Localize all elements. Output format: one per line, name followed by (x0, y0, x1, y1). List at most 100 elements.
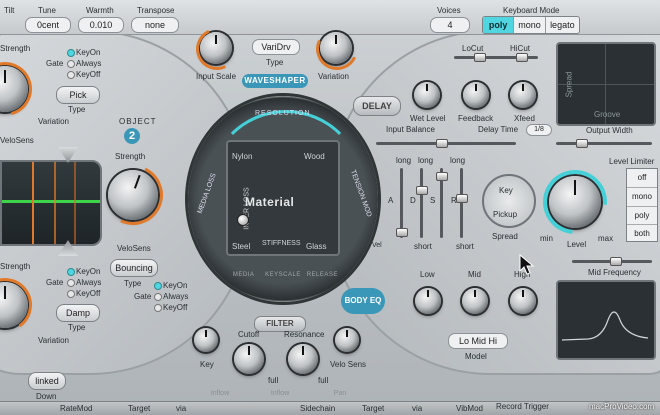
delay-header[interactable]: DELAY (353, 96, 401, 116)
object-label: OBJECT (119, 117, 157, 126)
waveshaper-type-field[interactable]: VariDrv (252, 39, 300, 55)
damp-type-button[interactable]: Damp (56, 304, 100, 322)
gate-label-3: Gate (46, 278, 64, 287)
input-balance-thumb[interactable] (436, 139, 448, 148)
gate-keyoff-1: KeyOff (76, 70, 101, 79)
type-label-1: Type (68, 105, 86, 114)
gate-keyoff-3: KeyOff (76, 289, 101, 298)
eq-response-display (556, 280, 656, 360)
pick-type-button[interactable]: Pick (56, 86, 100, 104)
hicut-thumb[interactable] (516, 53, 528, 62)
tab-media[interactable]: MEDIA (224, 272, 263, 286)
material-steel: Steel (232, 242, 251, 251)
keyboard-mode-mono[interactable]: mono (513, 17, 544, 33)
target-label-2: Target (362, 404, 385, 413)
filter-full-label-2: full (318, 376, 329, 385)
level-limiter-label: Level Limiter (609, 157, 655, 166)
waveshaper-type-label: Type (266, 58, 284, 67)
gate-keyoff-2: KeyOff (163, 303, 188, 312)
resonance-knob[interactable] (288, 344, 318, 374)
limiter-poly[interactable]: poly (627, 207, 657, 225)
variation-label-1: Variation (38, 117, 69, 126)
gate-keyon-radio-2[interactable] (154, 282, 162, 290)
waveshaper-variation-label: Variation (318, 72, 349, 81)
bouncing-type-button[interactable]: Bouncing (110, 259, 158, 277)
env-long-1: long (396, 156, 412, 165)
mid-frequency-thumb[interactable] (610, 257, 622, 266)
wet-level-label: Wet Level (410, 114, 446, 123)
output-width-slider[interactable] (556, 142, 652, 145)
filter-key-knob[interactable] (194, 328, 218, 352)
gate-keyoff-radio-1[interactable] (67, 71, 75, 79)
feedback-knob[interactable] (463, 82, 489, 108)
input-balance-label: Input Balance (386, 125, 435, 134)
gate-keyon-radio-1[interactable] (67, 49, 75, 57)
limiter-both[interactable]: both (627, 225, 657, 242)
gate-always-radio-2[interactable] (154, 293, 162, 301)
vibmod-label: VibMod (456, 404, 483, 413)
mouse-cursor-icon (519, 254, 535, 275)
gate-keyon-radio-3[interactable] (67, 268, 75, 276)
tab-keyscale[interactable]: KEYSCALE (263, 272, 302, 286)
eq-low-knob[interactable] (415, 288, 441, 314)
delay-time-field[interactable]: 1/8 (526, 124, 552, 136)
wet-level-knob[interactable] (414, 82, 440, 108)
env-letter-d: D (410, 196, 416, 205)
output-width-label: Output Width (586, 126, 633, 135)
eq-model-field[interactable]: Lo Mid Hi (448, 333, 508, 349)
eq-mid-knob[interactable] (462, 288, 488, 314)
keyboard-mode-legato[interactable]: legato (544, 17, 579, 33)
decay-thumb[interactable] (416, 186, 428, 195)
voices-field[interactable]: 4 (430, 17, 470, 33)
object-number-badge[interactable]: 2 (124, 128, 140, 144)
waveshaper-header-button[interactable]: WAVESHAPER (242, 74, 308, 88)
body-eq-header[interactable]: BODY EQ (341, 288, 385, 314)
gate-keyoff-radio-3[interactable] (67, 290, 75, 298)
record-trigger-label: Record Trigger (496, 402, 549, 411)
transpose-field[interactable]: none (131, 17, 179, 33)
gate-label-2: Gate (134, 292, 152, 301)
linked-button[interactable]: linked (28, 372, 66, 390)
level-limiter-group: off mono poly both (626, 168, 658, 242)
eq-response-curve (561, 311, 649, 341)
groove-label: Groove (594, 110, 621, 119)
pickup-circle[interactable] (482, 174, 536, 228)
velo-sens-label: Velo Sens (330, 360, 367, 369)
tab-release[interactable]: RELEASE (303, 272, 342, 286)
warmth-field[interactable]: 0.010 (78, 17, 124, 33)
eq-mid-label: Mid (468, 270, 481, 279)
hicut-label: HiCut (510, 44, 531, 53)
tune-field[interactable]: 0cent (25, 17, 71, 33)
eq-model-label: Model (465, 352, 487, 361)
keyboard-mode-label: Keyboard Mode (503, 6, 560, 15)
lowcut-thumb[interactable] (474, 53, 486, 62)
gate-always-radio-1[interactable] (67, 60, 75, 68)
type-label-3: Type (68, 323, 86, 332)
sidechain-label: Sidechain (300, 404, 336, 413)
strength-label-3: Strength (0, 262, 31, 271)
material-puck[interactable] (237, 214, 249, 226)
release-slider[interactable] (460, 168, 463, 238)
env-vel-label: Vel (372, 242, 382, 249)
variation-label-3: Variation (38, 336, 69, 345)
limiter-off[interactable]: off (627, 169, 657, 188)
delay-time-label: Delay Time (478, 125, 519, 134)
decay-slider[interactable] (420, 168, 423, 238)
limiter-mono[interactable]: mono (627, 188, 657, 207)
gate-always-3: Always (76, 278, 102, 287)
sustain-thumb[interactable] (436, 172, 448, 181)
cutoff-knob[interactable] (234, 344, 264, 374)
filter-velo-sens-knob[interactable] (335, 328, 359, 352)
gate-keyoff-radio-2[interactable] (154, 304, 162, 312)
attack-thumb[interactable] (396, 228, 408, 237)
output-width-thumb[interactable] (576, 139, 588, 148)
material-glass: Glass (306, 242, 327, 251)
xfeed-knob[interactable] (510, 82, 536, 108)
strength-label-1: Strength (0, 44, 31, 53)
transpose-label: Transpose (137, 6, 175, 15)
keyboard-mode-poly[interactable]: poly (483, 17, 514, 33)
release-thumb[interactable] (456, 194, 468, 203)
gate-always-radio-3[interactable] (67, 279, 75, 287)
eq-high-knob[interactable] (510, 288, 536, 314)
env-letter-r: R (451, 196, 457, 205)
